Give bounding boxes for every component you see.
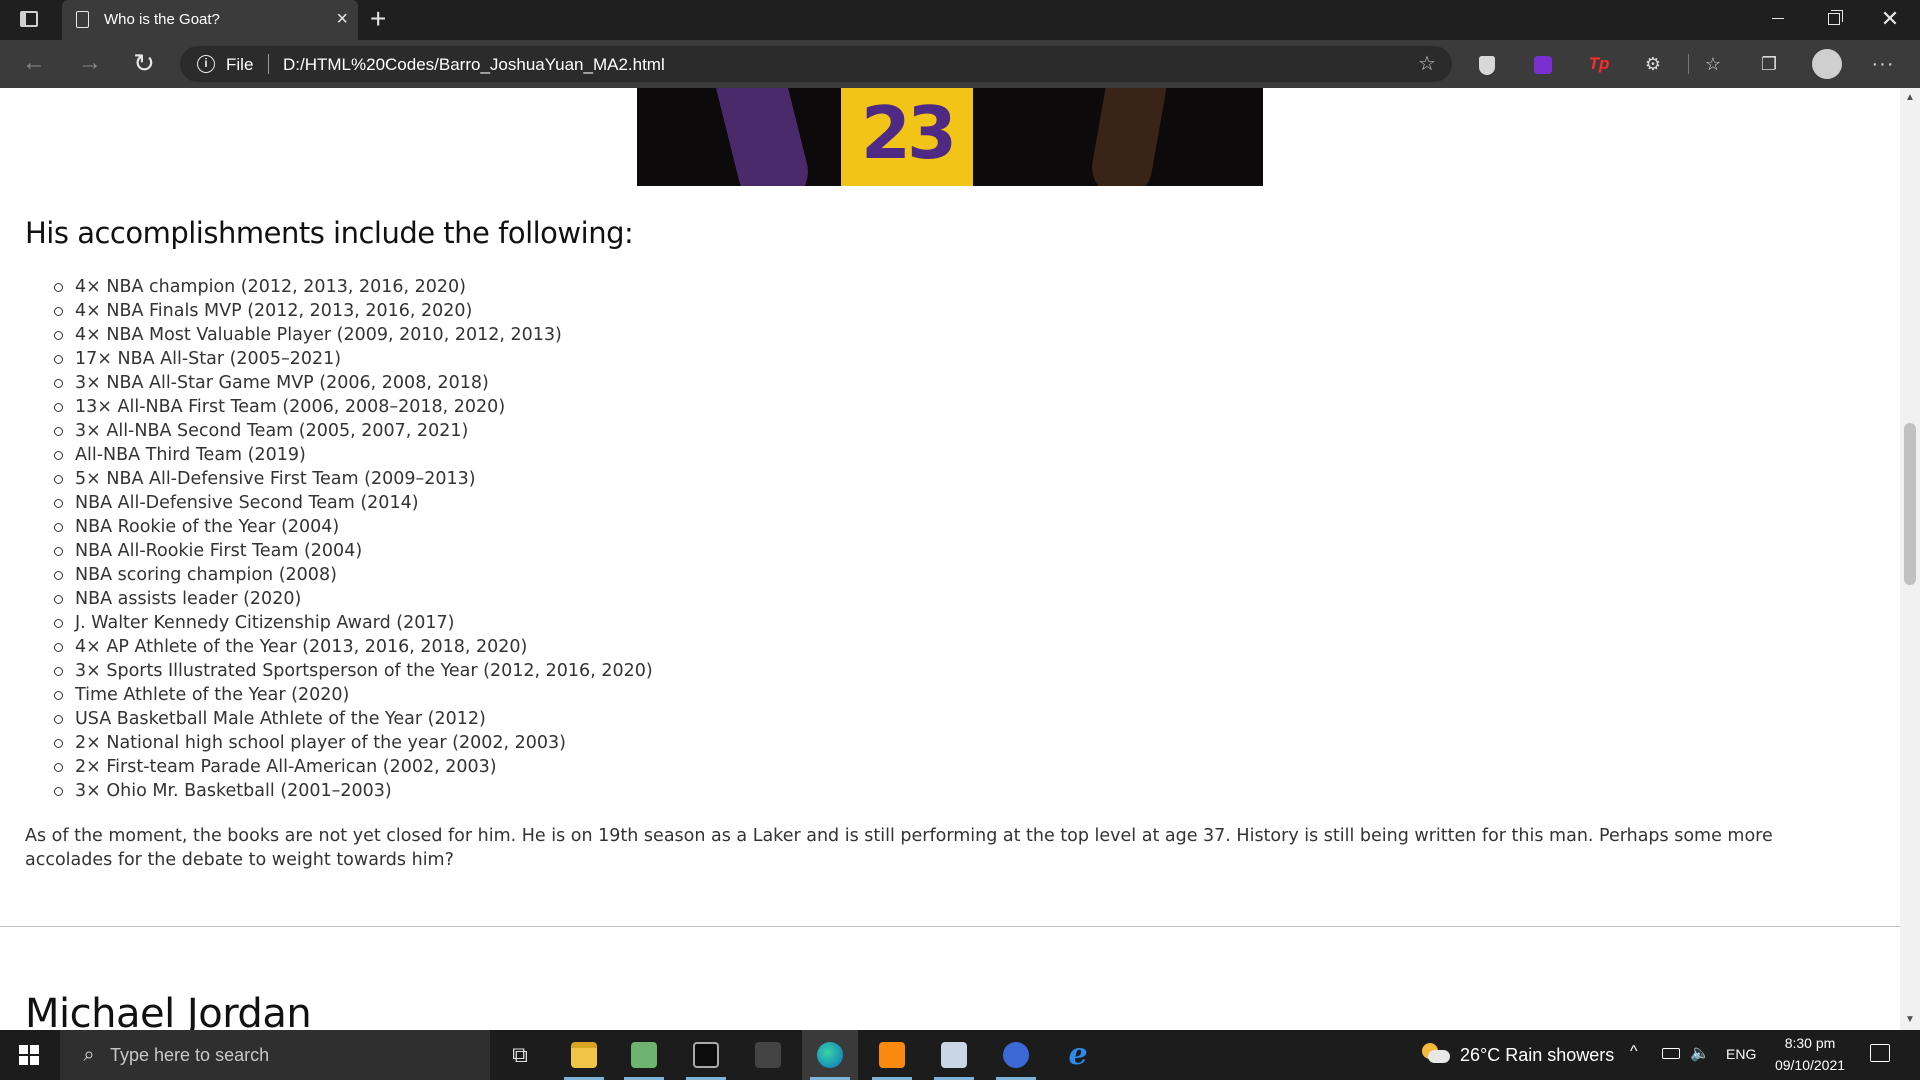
search-icon: ⌕ — [83, 1044, 95, 1066]
accomplishments-heading: His accomplishments include the followin… — [25, 216, 634, 250]
close-window-button[interactable]: ✕ — [1862, 0, 1918, 40]
notification-icon[interactable] — [1870, 1044, 1890, 1062]
tab-actions-icon[interactable] — [20, 11, 38, 27]
clock-time[interactable]: 8:30 pm — [1766, 1035, 1854, 1051]
minimize-icon — [1772, 18, 1784, 20]
start-button[interactable] — [0, 1030, 60, 1080]
internet-explorer-icon[interactable]: e — [1050, 1030, 1106, 1080]
list-item: 2× National high school player of the ye… — [52, 731, 653, 755]
volume-icon[interactable]: 🔈 — [1690, 1043, 1710, 1063]
add-favorite-icon[interactable]: ☆ — [1416, 53, 1438, 75]
profile-avatar[interactable] — [1812, 49, 1842, 79]
purple-extension-icon[interactable] — [1530, 51, 1556, 77]
jersey-number: 23 — [860, 91, 957, 175]
battery-icon[interactable] — [1662, 1048, 1680, 1059]
list-item: All-NBA Third Team (2019) — [52, 443, 653, 467]
scroll-down-arrow-icon[interactable]: ▼ — [1900, 1012, 1920, 1028]
favorites-icon[interactable]: ☆ — [1700, 51, 1726, 77]
task-view-icon[interactable]: ⧉ — [492, 1030, 548, 1080]
page-scrollbar[interactable]: ▲ ▼ — [1900, 88, 1920, 1030]
collections-icon[interactable]: ❐ — [1756, 51, 1782, 77]
list-item: NBA All-Defensive Second Team (2014) — [52, 491, 653, 515]
player-photo: 23 — [637, 88, 1263, 186]
list-item: 4× NBA champion (2012, 2013, 2016, 2020) — [52, 275, 653, 299]
tab-title: Who is the Goat? — [104, 11, 220, 28]
browser-tab[interactable]: Who is the Goat? × — [62, 0, 358, 40]
forward-arrow-icon[interactable]: → — [74, 49, 106, 79]
list-item: 5× NBA All-Defensive First Team (2009–20… — [52, 467, 653, 491]
notepad-icon[interactable] — [616, 1030, 672, 1080]
section-divider — [0, 926, 1900, 927]
language-indicator[interactable]: ENG — [1726, 1046, 1756, 1062]
terminal-icon[interactable] — [678, 1030, 734, 1080]
list-item: NBA assists leader (2020) — [52, 587, 653, 611]
next-section-heading: Michael Jordan — [25, 991, 312, 1030]
list-item: 2× First-team Parade All-American (2002,… — [52, 755, 653, 779]
weather-text[interactable]: 26°C Rain showers — [1460, 1045, 1614, 1066]
page-icon — [76, 11, 89, 28]
clock-date[interactable]: 09/10/2021 — [1766, 1057, 1854, 1073]
list-item: 4× NBA Finals MVP (2012, 2013, 2016, 202… — [52, 299, 653, 323]
search-placeholder: Type here to search — [110, 1045, 270, 1065]
scroll-thumb[interactable] — [1904, 423, 1916, 585]
sublime-text-icon[interactable] — [864, 1030, 920, 1080]
game-launcher-icon[interactable] — [740, 1030, 796, 1080]
address-scheme: File — [226, 55, 254, 74]
list-item: J. Walter Kennedy Citizenship Award (201… — [52, 611, 653, 635]
close-tab-icon[interactable]: × — [336, 7, 348, 31]
address-bar[interactable]: i File D:/HTML%20Codes/Barro_JoshuaYuan_… — [180, 46, 1452, 82]
toolbar-divider — [1688, 54, 1689, 74]
new-tab-button[interactable]: + — [370, 3, 386, 35]
browser-title-bar: Who is the Goat? × + ✕ — [0, 0, 1920, 40]
browser-toolbar: ← → ↻ i File D:/HTML%20Codes/Barro_Joshu… — [0, 40, 1920, 88]
back-arrow-icon[interactable]: ← — [18, 49, 50, 79]
restore-button[interactable] — [1806, 0, 1862, 40]
edge-browser-icon[interactable] — [802, 1030, 858, 1080]
restore-icon — [1828, 9, 1843, 25]
minimize-button[interactable] — [1750, 0, 1806, 40]
tp-extension-icon[interactable]: Tp — [1586, 51, 1612, 77]
jersey: 23 — [841, 88, 973, 186]
list-item: 3× All-NBA Second Team (2005, 2007, 2021… — [52, 419, 653, 443]
file-explorer-icon[interactable] — [556, 1030, 612, 1080]
tray-chevron-icon[interactable]: ^ — [1630, 1043, 1638, 1061]
list-item: 4× AP Athlete of the Year (2013, 2016, 2… — [52, 635, 653, 659]
list-item: 13× All-NBA First Team (2006, 2008–2018,… — [52, 395, 653, 419]
mail-app-icon[interactable] — [926, 1030, 982, 1080]
windows-taskbar: ⌕ Type here to search ⧉ e 26°C Rain show… — [0, 1030, 1920, 1080]
list-item: Time Athlete of the Year (2020) — [52, 683, 653, 707]
page-viewport: 23 His accomplishments include the follo… — [0, 88, 1900, 1030]
taskbar-search-box[interactable]: ⌕ Type here to search — [60, 1030, 490, 1080]
accomplishments-list: 4× NBA champion (2012, 2013, 2016, 2020)… — [52, 275, 653, 803]
weather-icon[interactable] — [1422, 1043, 1450, 1067]
list-item: 3× Ohio Mr. Basketball (2001–2003) — [52, 779, 653, 803]
list-item: NBA Rookie of the Year (2004) — [52, 515, 653, 539]
scroll-up-arrow-icon[interactable]: ▲ — [1900, 90, 1920, 106]
extensions-puzzle-icon[interactable]: ⚙ — [1640, 51, 1666, 77]
address-divider — [268, 54, 269, 74]
list-item: NBA scoring champion (2008) — [52, 563, 653, 587]
refresh-icon[interactable]: ↻ — [128, 49, 160, 79]
info-icon[interactable]: i — [197, 55, 215, 73]
list-item: 3× NBA All-Star Game MVP (2006, 2008, 20… — [52, 371, 653, 395]
list-item: USA Basketball Male Athlete of the Year … — [52, 707, 653, 731]
address-url[interactable]: D:/HTML%20Codes/Barro_JoshuaYuan_MA2.htm… — [283, 55, 665, 75]
list-item: 4× NBA Most Valuable Player (2009, 2010,… — [52, 323, 653, 347]
list-item: 17× NBA All-Star (2005–2021) — [52, 347, 653, 371]
shield-extension-icon[interactable] — [1474, 51, 1500, 77]
closing-paragraph: As of the moment, the books are not yet … — [25, 826, 1773, 870]
chat-app-icon[interactable] — [988, 1030, 1044, 1080]
more-menu-icon[interactable]: ··· — [1870, 51, 1896, 77]
list-item: NBA All-Rookie First Team (2004) — [52, 539, 653, 563]
list-item: 3× Sports Illustrated Sportsperson of th… — [52, 659, 653, 683]
